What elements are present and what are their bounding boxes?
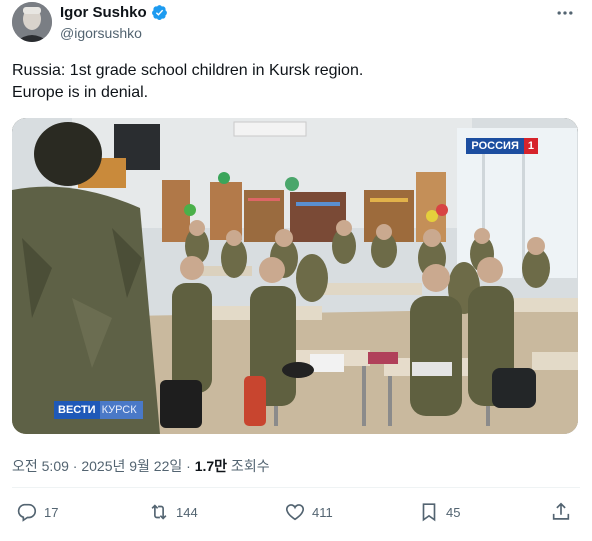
reply-button[interactable]: 17 (16, 501, 58, 523)
avatar-image (12, 2, 52, 42)
share-icon (552, 502, 570, 520)
like-icon (285, 504, 305, 521)
verified-icon (151, 5, 167, 21)
repost-button[interactable]: 144 (148, 501, 198, 523)
news-logo: ВЕСТИ КУРСК (54, 401, 143, 419)
classroom-video-frame (12, 118, 578, 434)
repost-count: 144 (176, 504, 198, 520)
more-icon[interactable] (554, 2, 576, 24)
channel-logo: РОССИЯ 1 (466, 138, 538, 154)
views-count: 1.7만 (194, 458, 228, 474)
tweet-line: Europe is in denial. (12, 84, 149, 101)
like-button[interactable]: 411 (284, 501, 333, 523)
bookmark-count: 45 (446, 504, 461, 520)
share-button[interactable] (550, 501, 572, 523)
views-label: 조회수 (227, 458, 270, 474)
divider (12, 487, 580, 488)
repost-icon (151, 504, 167, 520)
bookmark-button[interactable]: 45 (418, 501, 460, 523)
bookmark-icon (422, 503, 436, 522)
tweet-meta: 오전 5:09 · 2025년 9월 22일 · 1.7만 조회수 (12, 456, 270, 476)
reply-icon (17, 503, 37, 522)
tweet-media[interactable]: РОССИЯ 1 ВЕСТИ КУРСК (12, 118, 578, 434)
timestamp[interactable]: 오전 5:09 · 2025년 9월 22일 · (12, 458, 195, 474)
avatar[interactable] (12, 2, 52, 42)
reply-count: 17 (44, 504, 59, 520)
author-handle[interactable]: @igorsushko (60, 25, 142, 41)
author-name[interactable]: Igor Sushko (60, 4, 147, 21)
author-row: Igor Sushko (60, 4, 168, 21)
action-bar: 17 144 411 45 (12, 501, 580, 529)
tweet-line: Russia: 1st grade school children in Kur… (12, 62, 364, 79)
like-count: 411 (312, 504, 333, 520)
tweet-text: Russia: 1st grade school children in Kur… (12, 60, 572, 104)
